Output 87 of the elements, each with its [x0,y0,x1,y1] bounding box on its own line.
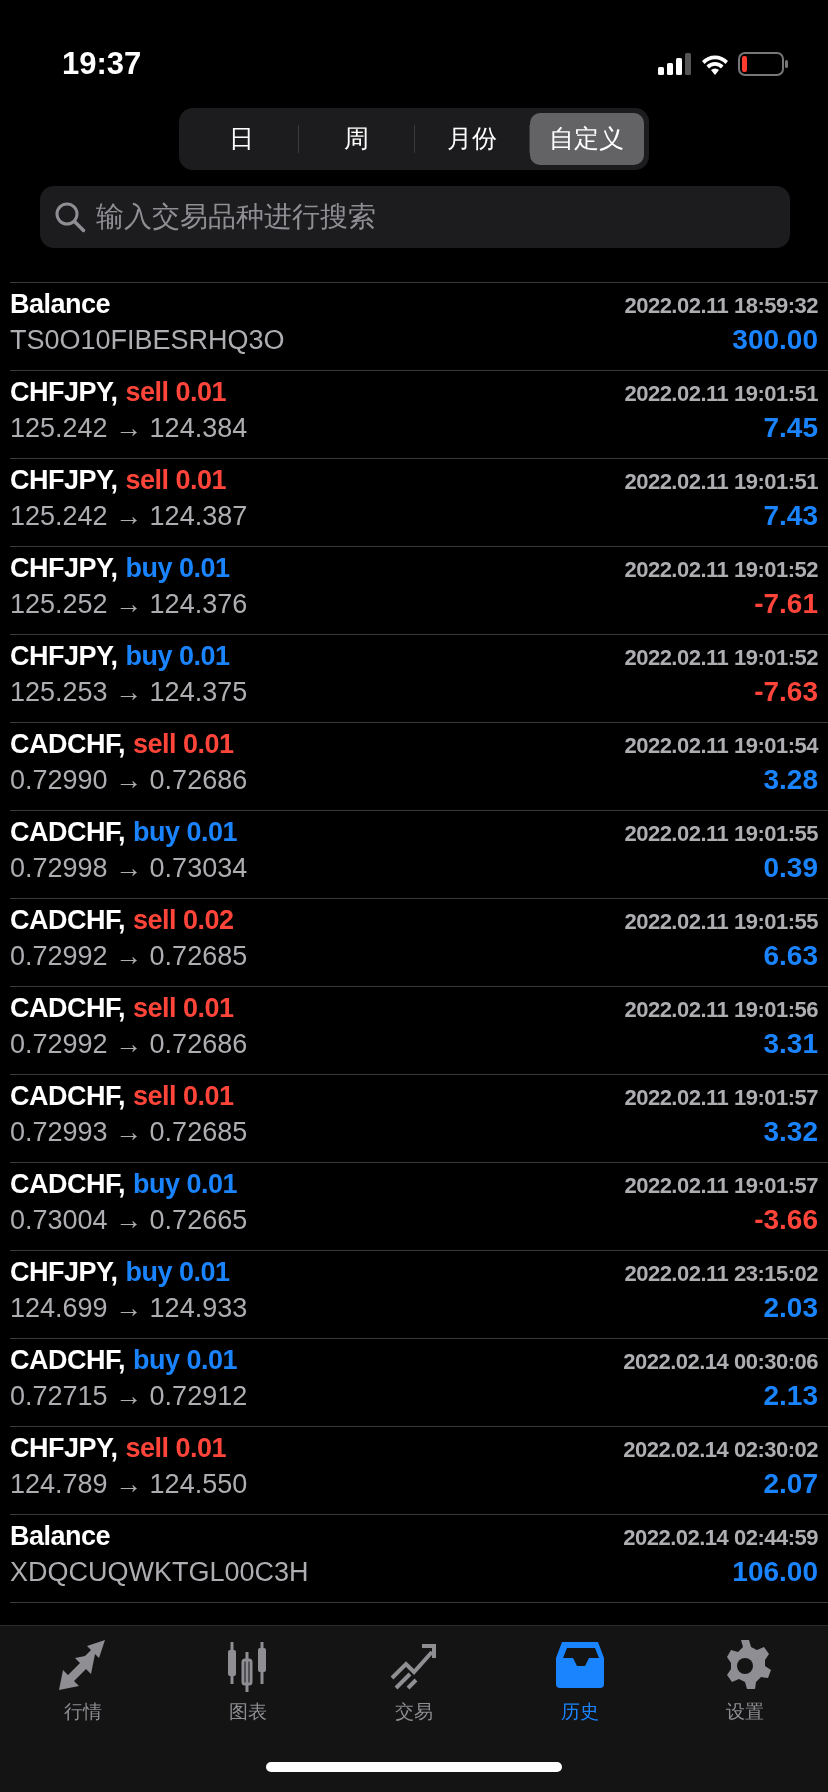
row-time: 2022.02.11 19:01:57 [624,1084,818,1112]
row-detail: TS0O10FIBESRHQ3O [10,324,285,358]
row-detail: 0.72998 → 0.73034 [10,852,248,886]
row-time: 2022.02.14 02:30:02 [623,1436,818,1464]
row-title: CHFJPY, [10,552,118,585]
row-time: 2022.02.11 19:01:52 [624,556,818,584]
row-time: 2022.02.11 19:01:51 [624,380,818,408]
row-detail: 0.72992 → 0.72685 [10,940,248,974]
row-detail: XDQCUQWKTGL00C3H [10,1556,309,1590]
status-time: 19:37 [62,44,142,83]
row-amount: -7.61 [754,587,818,622]
row-detail: 0.72715 → 0.72912 [10,1380,248,1414]
order-type: sell 0.01 [125,1432,227,1465]
row-amount: -3.66 [754,1203,818,1238]
tab-bar-item[interactable]: 设置 [662,1638,828,1727]
row-detail: 0.72990 → 0.72686 [10,764,248,798]
wifi-icon [700,53,730,75]
row-detail: 125.242 → 124.384 [10,412,248,446]
order-type: sell 0.01 [125,376,227,409]
tab-bar-item[interactable]: 历史 [496,1638,663,1727]
order-type: buy 0.01 [133,1344,238,1377]
row-detail: 124.789 → 124.550 [10,1468,248,1502]
row-amount: 7.43 [763,499,818,534]
row-title: CADCHF, [10,992,125,1025]
row-time: 2022.02.11 19:01:56 [624,996,818,1024]
row-detail: 125.253 → 124.375 [10,676,248,710]
row-time: 2022.02.11 18:59:32 [624,292,818,320]
row-amount: 0.39 [763,851,818,886]
order-type: buy 0.01 [133,816,238,849]
row-title: CADCHF, [10,904,125,937]
segment-tab[interactable]: 自定义 [529,113,644,165]
segment-tab[interactable]: 月份 [414,113,529,165]
row-amount: -7.63 [754,675,818,710]
battery-icon [738,52,788,76]
row-amount: 2.13 [763,1379,818,1414]
row-time: 2022.02.11 23:15:02 [624,1260,818,1288]
row-detail: 0.73004 → 0.72665 [10,1204,248,1238]
segment-tab[interactable]: 周 [299,113,414,165]
row-title: CADCHF, [10,1168,125,1201]
order-type: buy 0.01 [133,1168,238,1201]
order-type: sell 0.01 [133,728,234,761]
row-detail: 0.72992 → 0.72686 [10,1028,248,1062]
row-amount: 2.03 [763,1291,818,1326]
row-detail: 124.699 → 124.933 [10,1292,248,1326]
row-title: Balance [10,1520,111,1553]
row-time: 2022.02.11 19:01:55 [624,908,818,936]
row-time: 2022.02.14 02:44:59 [623,1524,818,1552]
tab-bar-item[interactable]: 图表 [165,1638,332,1727]
row-title: CADCHF, [10,728,125,761]
row-title: CHFJPY, [10,640,118,673]
row-time: 2022.02.11 19:01:52 [624,644,818,672]
order-type: buy 0.01 [125,552,230,585]
row-time: 2022.02.11 19:01:54 [624,732,818,760]
tab-bar-item[interactable]: 交易 [331,1638,497,1727]
row-time: 2022.02.11 19:01:55 [624,820,818,848]
row-time: 2022.02.14 00:30:06 [623,1348,818,1376]
search-field[interactable]: 输入交易品种进行搜索 [40,186,790,248]
row-amount: 3.31 [763,1027,818,1062]
row-detail: 125.252 → 124.376 [10,588,248,622]
order-type: sell 0.02 [133,904,234,937]
row-title: CHFJPY, [10,464,118,497]
row-amount: 300.00 [732,323,818,358]
row-amount: 2.07 [763,1467,818,1502]
row-title: CADCHF, [10,1080,125,1113]
row-amount: 3.32 [763,1115,818,1150]
order-type: sell 0.01 [133,992,234,1025]
row-detail: 125.242 → 124.387 [10,500,248,534]
order-type: sell 0.01 [133,1080,234,1113]
row-title: CHFJPY, [10,376,118,409]
row-title: CHFJPY, [10,1256,118,1289]
tab-bar-item[interactable]: 行情 [0,1638,166,1727]
row-title: Balance [10,288,111,321]
row-amount: 6.63 [763,939,818,974]
order-type: buy 0.01 [125,1256,230,1289]
row-title: CADCHF, [10,816,125,849]
row-detail: 0.72993 → 0.72685 [10,1116,248,1150]
signal-icon [658,53,692,75]
row-title: CADCHF, [10,1344,125,1377]
row-title: CHFJPY, [10,1432,118,1465]
row-time: 2022.02.11 19:01:51 [624,468,818,496]
segment-tab[interactable]: 日 [184,113,299,165]
order-type: sell 0.01 [125,464,227,497]
row-time: 2022.02.11 19:01:57 [624,1172,818,1200]
row-amount: 7.45 [763,411,818,446]
order-type: buy 0.01 [125,640,230,673]
row-amount: 3.28 [763,763,818,798]
row-amount: 106.00 [732,1555,818,1590]
